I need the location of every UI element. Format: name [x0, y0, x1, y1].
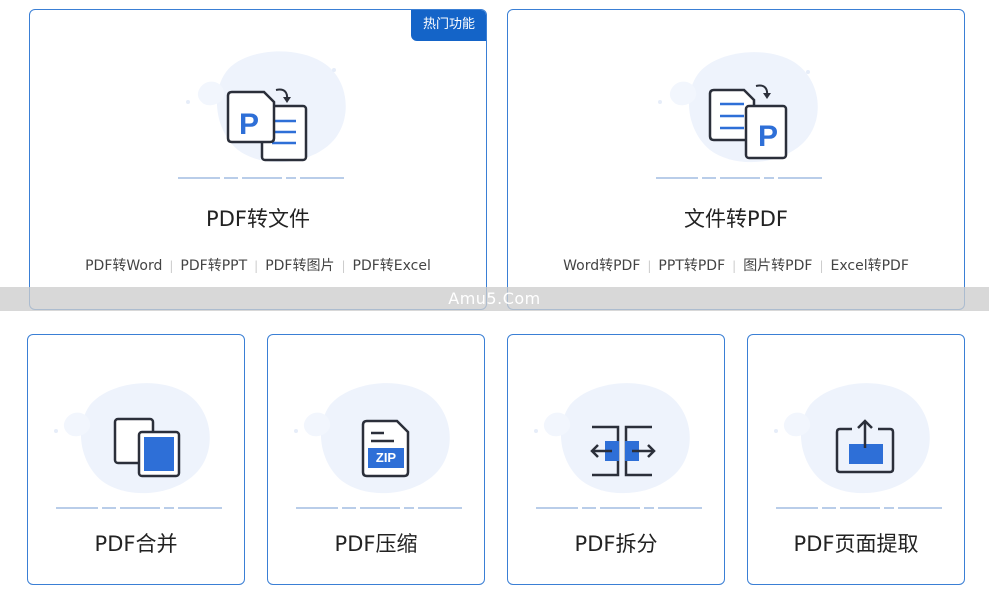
card-pdf-split[interactable]: PDF拆分	[507, 334, 725, 585]
card-file-to-pdf[interactable]: P 文件转PDF Word转PDF | PPT转PDF | 图片转PDF | Excel转P…	[507, 9, 965, 310]
separator: |	[819, 259, 824, 273]
card-title: PDF压缩	[334, 532, 418, 556]
pdf-compress-icon	[361, 419, 410, 478]
link-ppt-to-pdf[interactable]: PPT转PDF	[651, 258, 732, 274]
zip-label: ZIP	[375, 450, 397, 465]
svg-text:P: P	[239, 108, 259, 141]
pdf-page-extract-icon	[835, 419, 895, 474]
file-to-pdf-icon: P	[708, 84, 788, 160]
sublinks: Word转PDF | PPT转PDF | 图片转PDF | Excel转PDF	[508, 255, 964, 275]
link-pdf-to-word[interactable]: PDF转Word	[78, 258, 169, 274]
watermark-text: Amu5.Com	[448, 289, 541, 308]
link-pdf-to-image[interactable]: PDF转图片	[258, 258, 341, 274]
card-title: PDF拆分	[574, 532, 658, 556]
sublinks: PDF转Word | PDF转PPT | PDF转图片 | PDF转Excel	[30, 255, 486, 275]
link-word-to-pdf[interactable]: Word转PDF	[556, 258, 647, 274]
card-title: PDF转文件	[206, 207, 310, 231]
separator: |	[341, 259, 346, 273]
card-title: PDF页面提取	[793, 532, 919, 556]
card-pdf-compress[interactable]: ZIP PDF压缩	[267, 334, 485, 585]
link-image-to-pdf[interactable]: 图片转PDF	[736, 258, 819, 274]
link-pdf-to-ppt[interactable]: PDF转PPT	[173, 258, 254, 274]
svg-text:P: P	[758, 120, 778, 153]
card-pdf-merge[interactable]: PDF合并	[27, 334, 245, 585]
card-pdf-to-file[interactable]: P PDF转文件 PDF转Word | PDF转PPT | PDF转图片 | PDF转Exc…	[29, 9, 487, 310]
card-title: PDF合并	[94, 532, 178, 556]
card-title: 文件转PDF	[684, 207, 788, 231]
pdf-split-icon	[590, 425, 656, 477]
watermark-bar: Amu5.Com	[0, 287, 989, 311]
hot-badge: 热门功能	[411, 10, 486, 41]
card-pdf-page-extract[interactable]: PDF页面提取	[747, 334, 965, 585]
pdf-merge-icon	[113, 417, 181, 478]
link-excel-to-pdf[interactable]: Excel转PDF	[824, 258, 916, 274]
link-pdf-to-excel[interactable]: PDF转Excel	[346, 258, 438, 274]
